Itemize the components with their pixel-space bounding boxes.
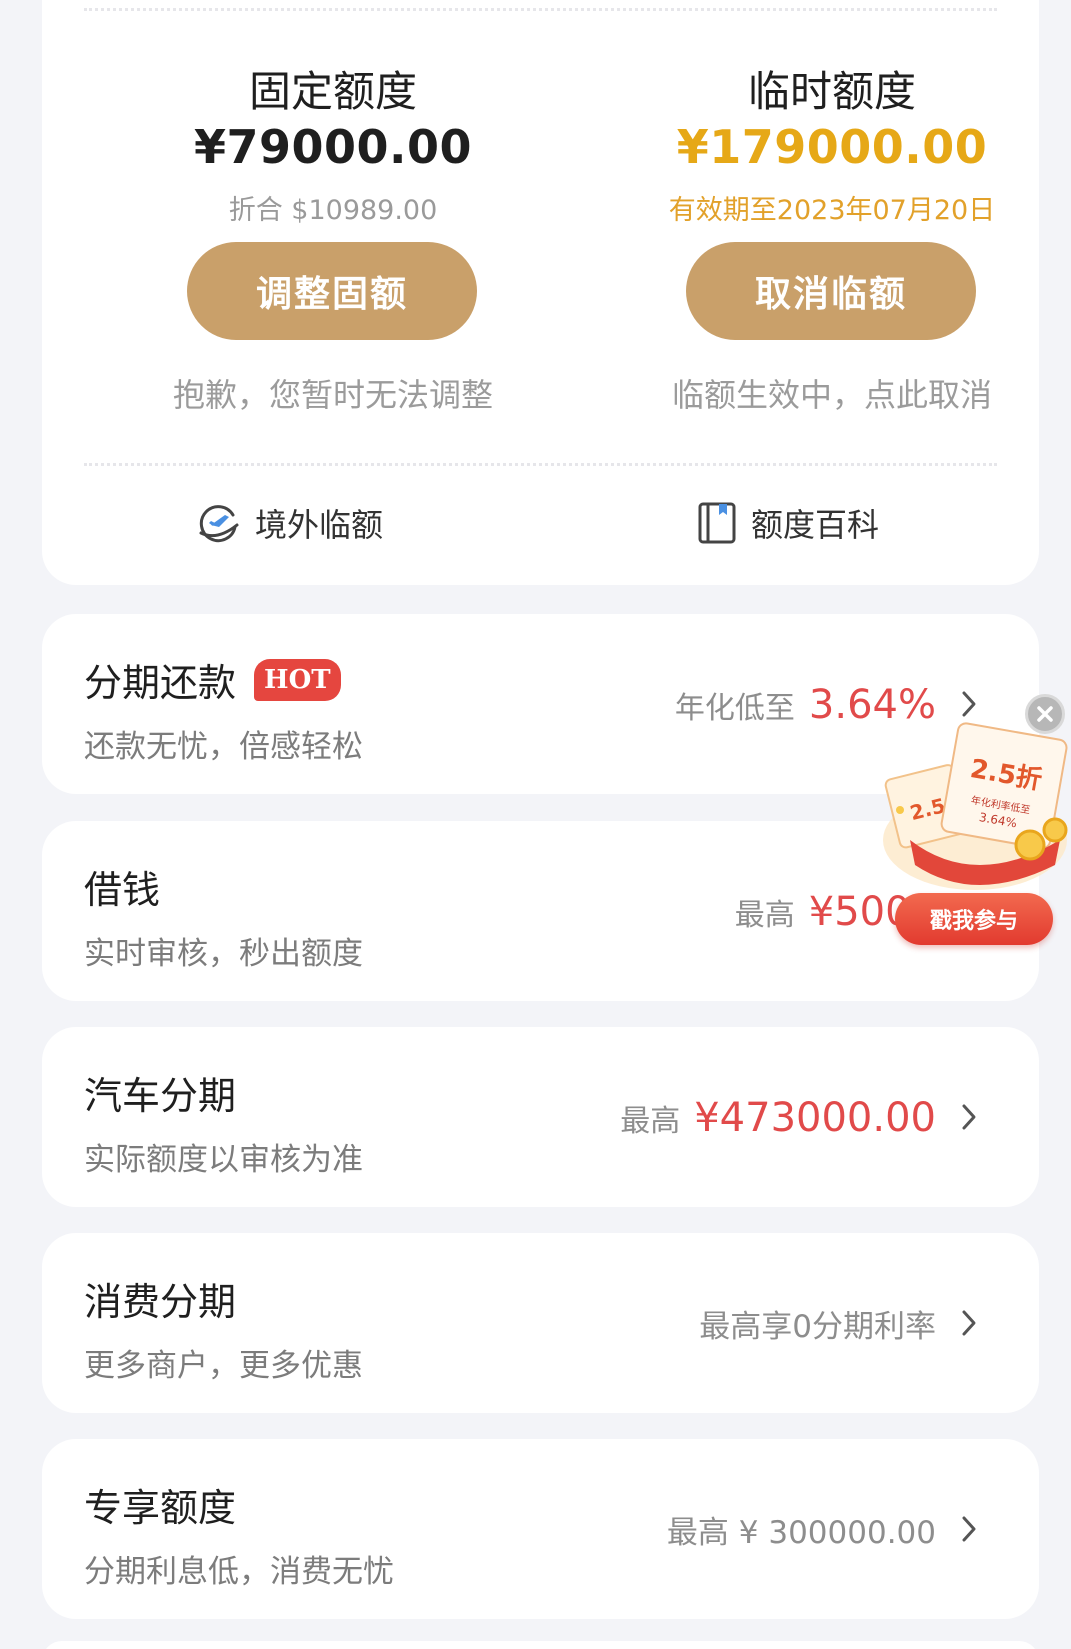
item-title-row: 专享额度 (84, 1477, 236, 1532)
item-value: 最高享0分期利率 (699, 1309, 936, 1345)
promo-join-button[interactable]: 戳我参与 (895, 893, 1053, 945)
item-value-group: 最高享0分期利率 (699, 1301, 936, 1346)
fixed-limit-note: 抱歉，您暂时无法调整 (172, 376, 493, 414)
promo-close-button[interactable] (1025, 694, 1065, 734)
close-icon (1037, 706, 1053, 722)
divider (84, 463, 997, 466)
overseas-link-label: 境外临额 (255, 506, 384, 544)
item-value-group: 最高 ¥ 300000.00 (667, 1507, 936, 1552)
temporary-limit-note[interactable]: 临额生效中，点此取消 (622, 370, 1042, 416)
chevron-right-icon (962, 1310, 976, 1336)
item-value: ¥473000.00 (694, 1095, 936, 1141)
list-item-car-installment[interactable]: 汽车分期 实际额度以审核为准 最高 ¥473000.00 (42, 1027, 1039, 1207)
item-subtitle: 实际额度以审核为准 (84, 1142, 363, 1178)
item-title-row: 借钱 (84, 859, 160, 914)
item-title: 专享额度 (84, 1486, 237, 1530)
temporary-limit-amount: ¥179000.00 (676, 120, 988, 174)
item-subtitle: 还款无忧，倍感轻松 (84, 729, 363, 765)
list-item-exclusive-limit[interactable]: 专享额度 分期利息低，消费无忧 最高 ¥ 300000.00 (42, 1439, 1039, 1619)
item-title-row: 分期还款 HOT (84, 652, 341, 707)
plane-globe-icon (199, 505, 239, 543)
item-title: 汽车分期 (84, 1074, 237, 1118)
item-subtitle: 实时审核，秒出额度 (84, 936, 363, 972)
item-value-label: 年化低至 (674, 691, 795, 726)
item-subtitle: 更多商户，更多优惠 (84, 1348, 363, 1384)
chevron-right-icon (962, 1516, 976, 1542)
credit-limit-card: 固定额度 ¥79000.00 折合 $10989.00 调整固额 抱歉，您暂时无… (42, 0, 1039, 585)
fixed-limit-title: 固定额度 (248, 67, 417, 116)
item-value: 最高 ¥ 300000.00 (666, 1515, 936, 1551)
divider (84, 8, 997, 11)
item-value-label: 最高 (734, 898, 795, 933)
item-title: 借钱 (84, 868, 161, 912)
chevron-right-icon (962, 1104, 976, 1130)
limit-encyclopedia-link[interactable]: 额度百科 (697, 500, 879, 546)
list-item-consumer-installment[interactable]: 消费分期 更多商户，更多优惠 最高享0分期利率 (42, 1233, 1039, 1413)
item-title-row: 汽车分期 (84, 1065, 236, 1120)
item-subtitle: 分期利息低，消费无忧 (84, 1554, 394, 1590)
item-value-label: 最高 (620, 1104, 681, 1139)
temporary-limit-validity: 有效期至2023年07月20日 (668, 195, 996, 226)
item-value-group: 最高 ¥473000.00 (620, 1095, 936, 1141)
adjust-fixed-limit-button[interactable]: 调整固额 (187, 242, 477, 340)
item-title: 分期还款 (84, 661, 237, 705)
cancel-temporary-limit-button[interactable]: 取消临额 (686, 242, 976, 340)
item-title: 消费分期 (84, 1280, 237, 1324)
next-card-partial (42, 1641, 1039, 1649)
book-icon (698, 502, 736, 544)
overseas-temporary-limit-link[interactable]: 境外临额 (197, 500, 383, 546)
temporary-limit-title: 临时额度 (747, 67, 916, 116)
fixed-limit-converted: 折合 $10989.00 (228, 195, 438, 226)
fixed-limit-amount: ¥79000.00 (193, 120, 473, 174)
hot-badge: HOT (254, 658, 341, 701)
encyclopedia-link-label: 额度百科 (751, 506, 880, 544)
item-title-row: 消费分期 (84, 1271, 236, 1326)
